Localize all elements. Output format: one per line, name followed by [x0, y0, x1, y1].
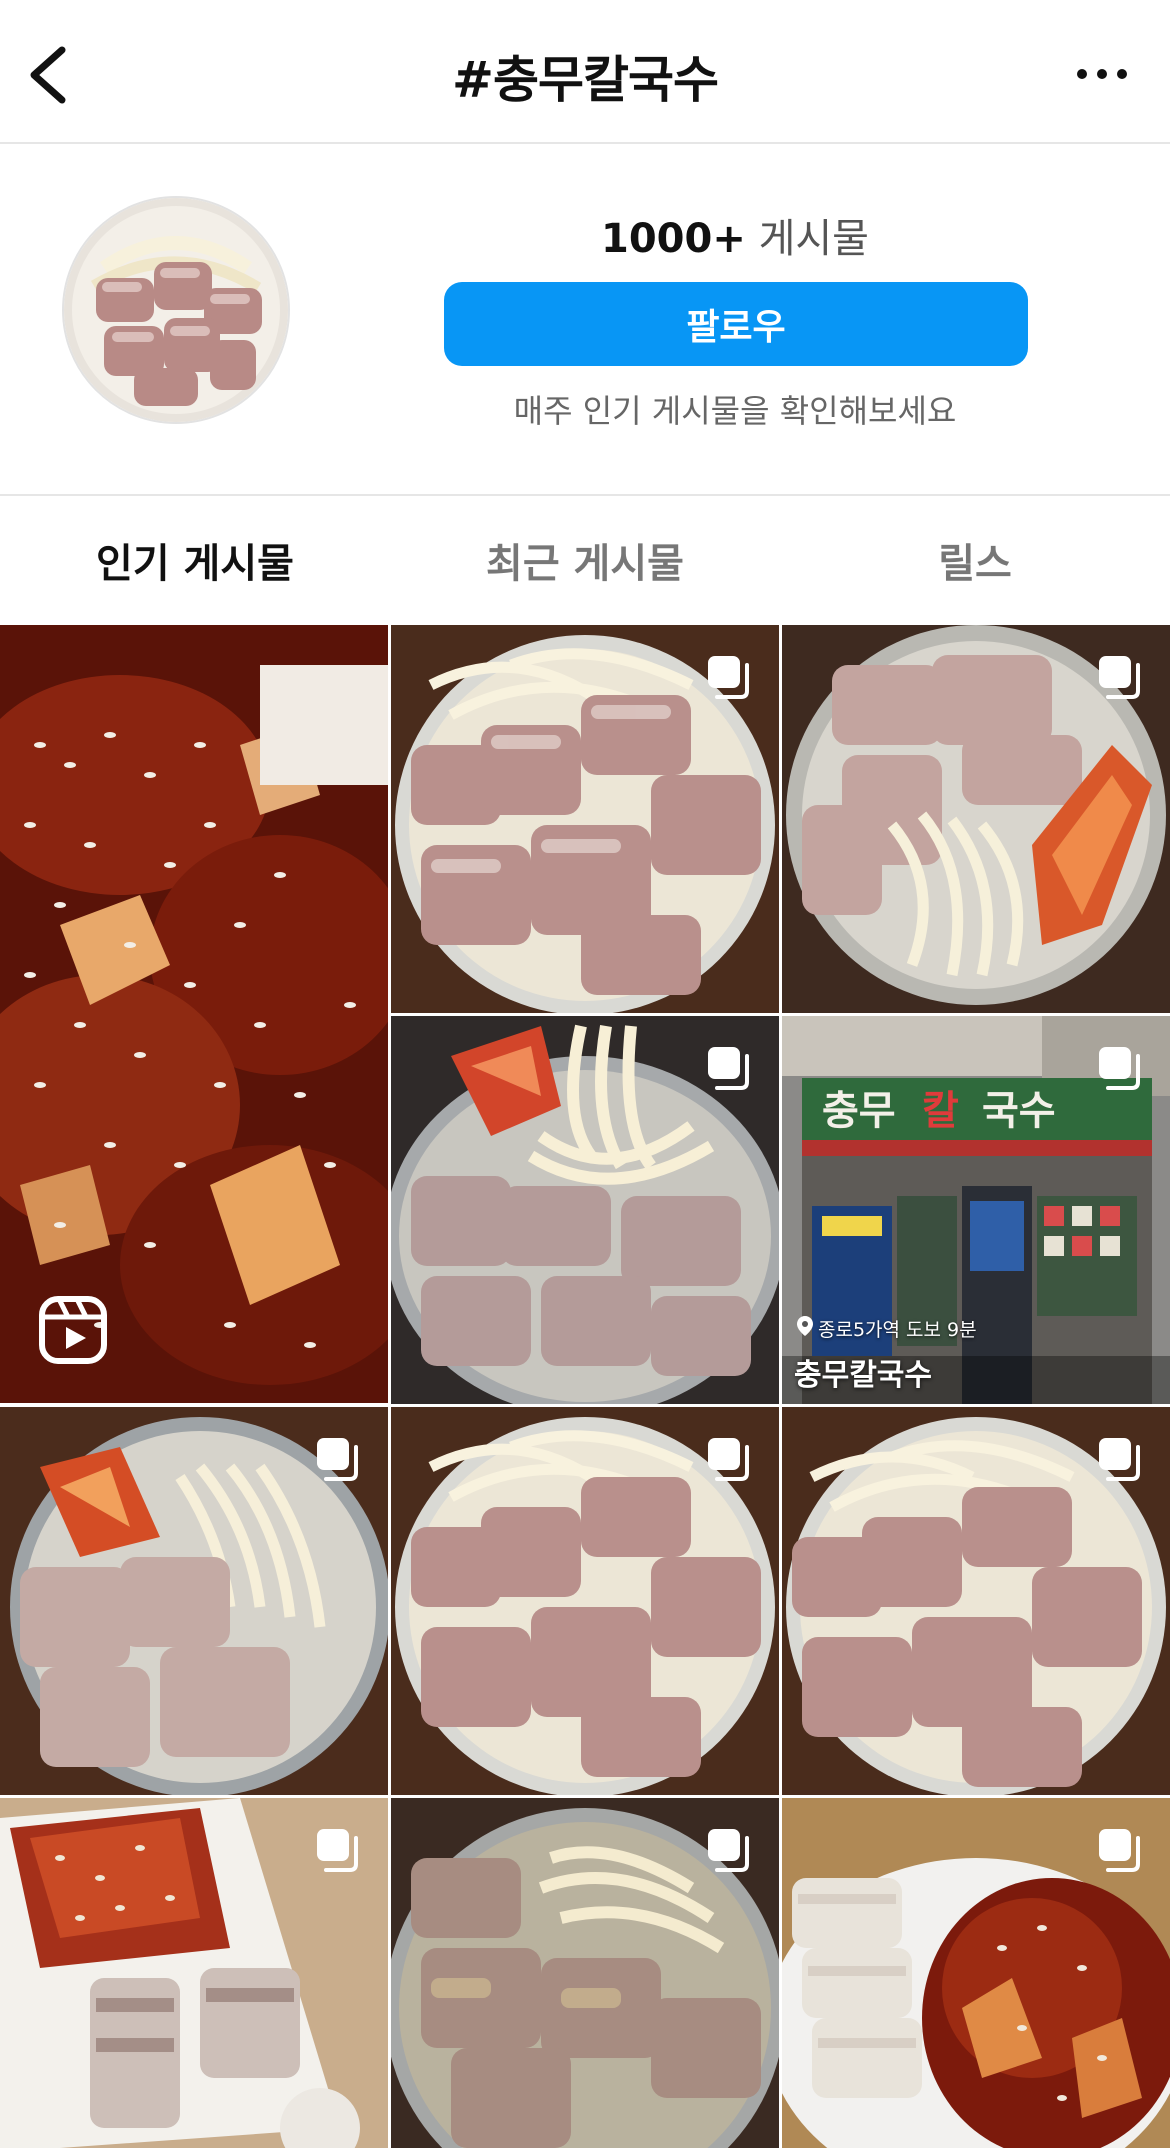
post-tile[interactable] — [782, 1798, 1170, 2148]
hashtag-header: 1000+ 게시물 팔로우 매주 인기 게시물을 확인해보세요 — [0, 144, 1170, 496]
carousel-icon — [1096, 1826, 1144, 1874]
follow-button[interactable]: 팔로우 — [444, 282, 1028, 366]
carousel-icon — [705, 1435, 753, 1483]
post-count: 1000+ 게시물 — [442, 206, 1028, 264]
tab-recent-posts[interactable]: 최근 게시물 — [390, 496, 780, 624]
reels-icon — [38, 1295, 108, 1365]
post-tile-storefront[interactable]: 충무 칼 국수 종로5가역 도보 9분 충무칼국수 — [782, 1016, 1170, 1404]
carousel-icon — [705, 1044, 753, 1092]
post-tile[interactable] — [782, 1407, 1170, 1795]
post-tile[interactable] — [391, 625, 779, 1013]
carousel-icon — [705, 653, 753, 701]
page-title: #충무칼국수 — [452, 51, 719, 109]
svg-text:칼: 칼 — [922, 1089, 959, 1133]
post-count-number: 1000+ — [601, 216, 746, 262]
place-name-text: 충무칼국수 — [794, 1358, 932, 1393]
content-tabs: 인기 게시물 최근 게시물 릴스 — [0, 496, 1170, 624]
post-tile-reel[interactable] — [0, 625, 388, 1403]
carousel-icon — [1096, 1435, 1144, 1483]
svg-text:국수: 국수 — [982, 1089, 1056, 1133]
carousel-icon — [314, 1826, 362, 1874]
carousel-icon — [705, 1826, 753, 1874]
location-tag: 종로5가역 도보 9분 — [796, 1315, 977, 1342]
more-horizontal-icon[interactable] — [1074, 62, 1130, 86]
post-tile[interactable] — [0, 1407, 388, 1795]
svg-text:충무: 충무 — [822, 1089, 896, 1133]
carousel-icon — [314, 1435, 362, 1483]
tab-reels[interactable]: 릴스 — [780, 496, 1170, 624]
location-pin-icon — [796, 1315, 814, 1342]
post-photo — [0, 625, 388, 1403]
post-tile[interactable] — [0, 1798, 388, 2148]
post-grid: 충무 칼 국수 종로5가역 도보 9분 충무칼국수 — [0, 625, 1170, 2148]
weekly-top-posts-hint: 매주 인기 게시물을 확인해보세요 — [513, 392, 957, 430]
carousel-icon — [1096, 1044, 1144, 1092]
location-distance-text: 종로5가역 도보 9분 — [818, 1319, 977, 1341]
carousel-icon — [1096, 653, 1144, 701]
post-count-label: 게시물 — [745, 216, 869, 262]
post-tile[interactable] — [782, 625, 1170, 1013]
tab-top-posts[interactable]: 인기 게시물 — [0, 496, 390, 624]
hashtag-avatar — [62, 196, 290, 424]
post-tile[interactable] — [391, 1016, 779, 1404]
post-tile[interactable] — [391, 1798, 779, 2148]
top-bar: #충무칼국수 — [0, 0, 1170, 144]
post-tile[interactable] — [391, 1407, 779, 1795]
